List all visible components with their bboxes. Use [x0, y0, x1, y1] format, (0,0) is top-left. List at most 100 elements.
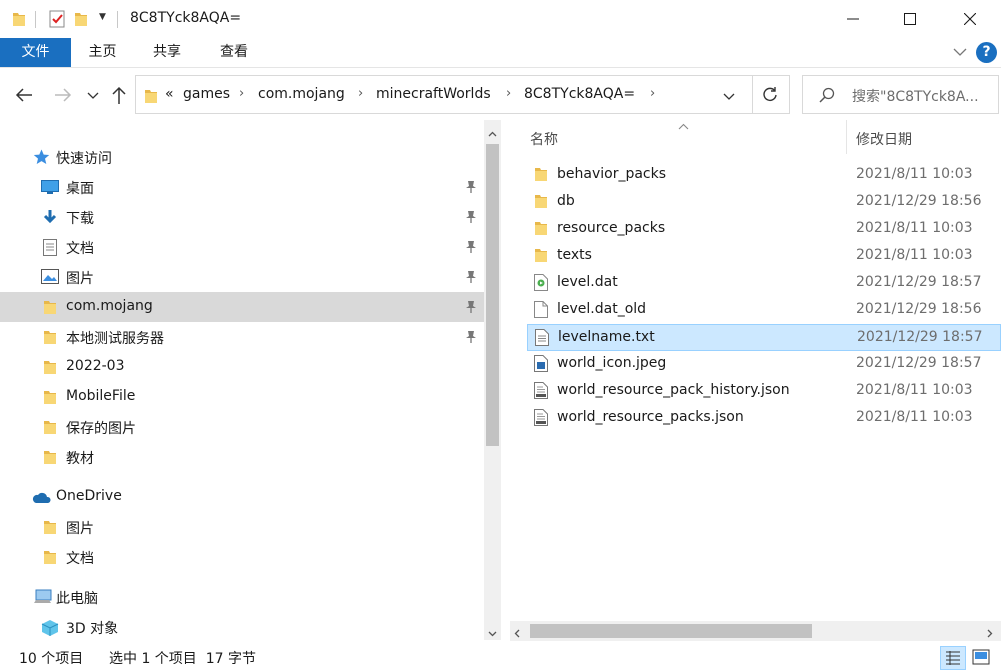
pin-icon[interactable] [465, 180, 477, 198]
file-row[interactable]: texts 2021/8/11 10:03 [527, 243, 1001, 270]
details-view-button[interactable] [940, 646, 966, 670]
nav-label: 文档 [66, 551, 94, 567]
refresh-icon[interactable] [761, 85, 779, 107]
folder-icon [534, 166, 548, 186]
chevron-up-icon[interactable] [488, 125, 497, 141]
nav-item-saved-pictures[interactable]: 保存的图片 [0, 412, 484, 442]
file-row[interactable]: world_resource_packs.json 2021/8/11 10:0… [527, 405, 1001, 432]
chevron-right-icon[interactable] [987, 626, 993, 642]
file-list: 名称 修改日期 behavior_packs 2021/8/11 10:03 d… [510, 120, 1001, 620]
breadcrumb-overflow[interactable]: « [165, 86, 174, 102]
json-file-icon [534, 382, 548, 403]
file-name: resource_packs [557, 220, 666, 236]
address-bar[interactable]: « games › com.mojang › minecraftWorlds ›… [135, 75, 790, 114]
tab-home[interactable]: 主页 [71, 38, 134, 67]
tab-file[interactable]: 文件 [0, 38, 71, 67]
pin-icon[interactable] [465, 240, 477, 258]
help-icon[interactable]: ? [976, 42, 997, 63]
title-bar: ▼ 8C8TYck8AQA= [0, 0, 1001, 38]
nav-this-pc[interactable]: 此电脑 [0, 582, 484, 612]
selection-info: 选中 1 个项目 17 字节 [109, 651, 256, 667]
file-row[interactable]: level.dat 2021/12/29 18:57 [527, 270, 1001, 297]
nav-label: OneDrive [56, 488, 122, 504]
nav-item-documents[interactable]: 文档 [0, 232, 484, 262]
nav-item-downloads[interactable]: 下载 [0, 202, 484, 232]
chevron-right-icon[interactable]: › [506, 86, 511, 101]
back-arrow-icon[interactable] [14, 85, 34, 109]
file-row[interactable]: db 2021/12/29 18:56 [527, 189, 1001, 216]
large-icons-view-button[interactable] [969, 646, 995, 670]
chevron-right-icon[interactable]: › [358, 86, 363, 101]
file-row-selected[interactable]: levelname.txt 2021/12/29 18:57 [527, 324, 1001, 351]
folder-icon [43, 519, 57, 539]
scrollbar-thumb[interactable] [486, 144, 499, 446]
nav-item-2022-03[interactable]: 2022-03 [0, 352, 484, 382]
pin-icon[interactable] [465, 210, 477, 228]
nav-label: 图片 [66, 521, 94, 537]
pin-icon[interactable] [465, 300, 477, 318]
column-date-header[interactable]: 修改日期 [856, 129, 912, 149]
scrollbar-thumb[interactable] [530, 624, 812, 638]
nav-label: 本地测试服务器 [66, 331, 164, 347]
nav-item-textbooks[interactable]: 教材 [0, 442, 484, 472]
new-folder-icon[interactable] [74, 11, 88, 31]
nav-item-mobilefile[interactable]: MobileFile [0, 382, 484, 412]
chevron-down-icon[interactable] [723, 90, 735, 106]
file-date: 2021/8/11 10:03 [856, 166, 973, 182]
chevron-down-icon[interactable] [488, 625, 497, 641]
nav-label: 此电脑 [56, 591, 98, 607]
file-row[interactable]: world_resource_pack_history.json 2021/8/… [527, 378, 1001, 405]
search-input[interactable]: 搜索"8C8TYck8A... [802, 75, 999, 114]
chevron-down-icon[interactable] [953, 45, 967, 61]
up-arrow-icon[interactable] [110, 85, 128, 109]
nav-3d-objects[interactable]: 3D 对象 [0, 612, 484, 640]
file-name: behavior_packs [557, 166, 667, 182]
maximize-button[interactable] [887, 0, 933, 38]
nav-onedrive-documents[interactable]: 文档 [0, 542, 484, 572]
ribbon: 文件 主页 共享 查看 ? [0, 38, 1001, 68]
column-divider[interactable] [846, 120, 847, 154]
file-row[interactable]: level.dat_old 2021/12/29 18:56 [527, 297, 1001, 324]
customize-toolbar-icon[interactable]: ▼ [99, 12, 106, 22]
nav-item-com-mojang[interactable]: com.mojang [0, 292, 484, 322]
minimize-button[interactable] [830, 0, 876, 38]
file-row[interactable]: world_icon.jpeg 2021/12/29 18:57 [527, 351, 1001, 378]
chevron-right-icon[interactable]: › [239, 86, 244, 101]
forward-arrow-icon[interactable] [53, 85, 73, 109]
nav-quick-access[interactable]: 快速访问 [0, 142, 484, 172]
content-scrollbar[interactable] [510, 621, 1001, 641]
nav-onedrive-pictures[interactable]: 图片 [0, 512, 484, 542]
chevron-down-icon[interactable] [87, 89, 99, 105]
pin-icon[interactable] [465, 270, 477, 288]
breadcrumb-games[interactable]: games [183, 86, 230, 102]
tab-view[interactable]: 查看 [200, 38, 268, 67]
nav-item-desktop[interactable]: 桌面 [0, 172, 484, 202]
properties-icon[interactable] [48, 10, 66, 32]
file-date: 2021/12/29 18:57 [856, 274, 982, 290]
download-icon [43, 209, 57, 229]
file-row[interactable]: behavior_packs 2021/8/11 10:03 [527, 162, 1001, 189]
folder-icon [43, 549, 57, 569]
star-icon [33, 149, 50, 169]
breadcrumb-com-mojang[interactable]: com.mojang [258, 86, 345, 102]
cloud-icon [31, 491, 51, 508]
tab-share[interactable]: 共享 [134, 38, 200, 67]
file-date: 2021/8/11 10:03 [856, 409, 973, 425]
breadcrumb-minecraftworlds[interactable]: minecraftWorlds [376, 86, 491, 102]
nav-item-pictures[interactable]: 图片 [0, 262, 484, 292]
pin-icon[interactable] [465, 330, 477, 348]
chevron-right-icon[interactable]: › [650, 86, 655, 101]
column-name-header[interactable]: 名称 [530, 129, 558, 149]
nav-scrollbar[interactable] [484, 120, 501, 640]
document-icon [43, 239, 57, 260]
close-button[interactable] [947, 0, 993, 38]
item-count: 10 个项目 [19, 651, 84, 667]
file-row[interactable]: resource_packs 2021/8/11 10:03 [527, 216, 1001, 243]
breadcrumb-current[interactable]: 8C8TYck8AQA= [524, 86, 635, 102]
nav-item-local-test-server[interactable]: 本地测试服务器 [0, 322, 484, 352]
chevron-left-icon[interactable] [514, 626, 520, 642]
folder-icon [43, 359, 57, 379]
json-file-icon [534, 409, 548, 430]
nav-onedrive[interactable]: OneDrive [0, 482, 484, 512]
file-name: level.dat [557, 274, 618, 290]
